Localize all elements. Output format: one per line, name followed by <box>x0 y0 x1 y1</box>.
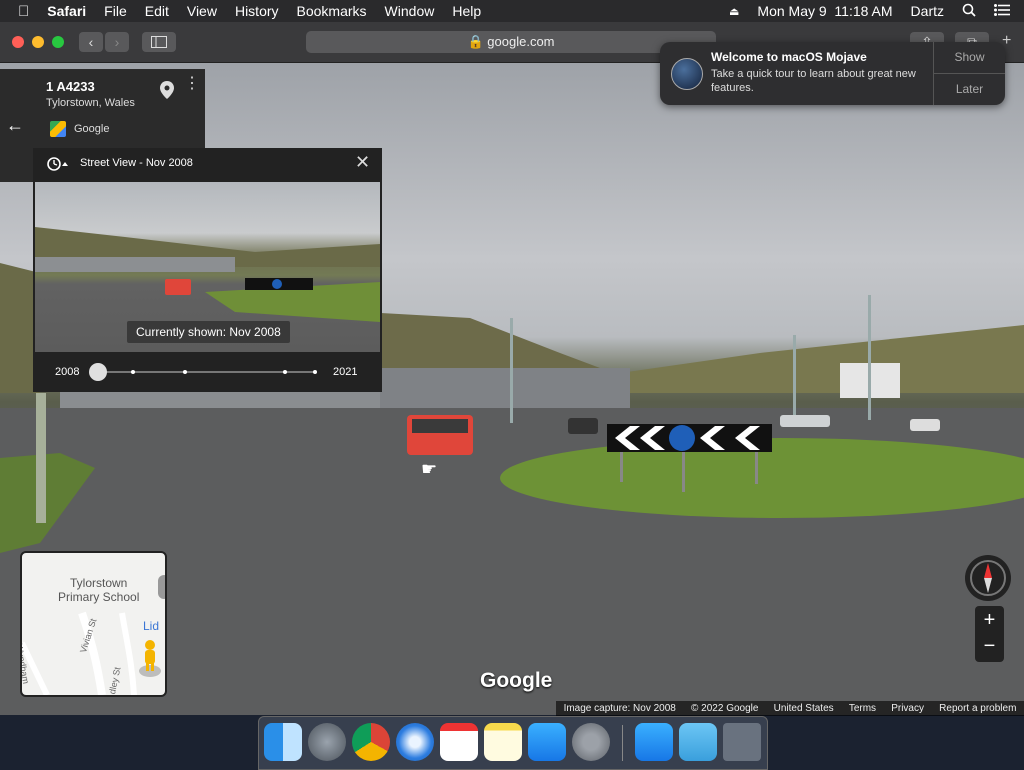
mojave-app-icon <box>671 58 703 90</box>
timeline-tick[interactable] <box>283 370 287 374</box>
chrome-icon[interactable] <box>352 723 390 761</box>
notification-later-button[interactable]: Later <box>934 82 1005 96</box>
trash-icon[interactable] <box>723 723 761 761</box>
app-store-icon[interactable] <box>528 723 566 761</box>
dock-separator <box>622 725 623 761</box>
zoom-out-button[interactable]: − <box>975 634 1004 662</box>
spotlight-icon[interactable] <box>953 3 985 20</box>
close-panel-icon[interactable]: ✕ <box>355 152 370 173</box>
street-view-panel-title: Street View - Nov 2008 <box>80 157 193 169</box>
address-bar[interactable]: 🔒 google.com <box>306 31 716 53</box>
zoom-window-button[interactable] <box>52 36 64 48</box>
menu-app-name[interactable]: Safari <box>38 3 95 19</box>
report-problem-link[interactable]: Report a problem <box>939 703 1016 714</box>
menu-bookmarks[interactable]: Bookmarks <box>288 3 376 19</box>
apple-menu-icon[interactable]:  <box>0 3 38 20</box>
map-footer: Image capture: Nov 2008 © 2022 Google Un… <box>556 701 1024 716</box>
timeline-tick[interactable] <box>313 370 317 374</box>
notification-center-icon[interactable] <box>985 3 1024 19</box>
timeline-tick[interactable] <box>131 370 135 374</box>
timeline-slider-thumb[interactable] <box>89 363 107 381</box>
country-link[interactable]: United States <box>774 703 834 714</box>
cursor-hand-icon: ☛ <box>421 459 438 479</box>
close-window-button[interactable] <box>12 36 24 48</box>
menu-view[interactable]: View <box>178 3 226 19</box>
system-preferences-icon[interactable] <box>572 723 610 761</box>
user-name[interactable]: Dartz <box>902 3 953 19</box>
google-watermark: Google <box>480 669 553 692</box>
app-store-download-icon[interactable] <box>635 723 673 761</box>
image-capture-date: Image capture: Nov 2008 <box>563 703 676 714</box>
street-view-timeline-panel: Street View - Nov 2008 ✕ Currently shown… <box>33 148 382 392</box>
menu-window[interactable]: Window <box>376 3 444 19</box>
more-options-icon[interactable]: ⋮ <box>184 76 200 92</box>
street-view-preview-image[interactable]: Currently shown: Nov 2008 <box>35 182 380 352</box>
menu-file[interactable]: File <box>95 3 136 19</box>
compass-button[interactable] <box>965 555 1011 601</box>
google-maps-icon <box>50 121 66 137</box>
place-road: 1 A4233 <box>46 79 95 94</box>
mojave-notification[interactable]: Welcome to macOS Mojave Take a quick tou… <box>660 42 1005 105</box>
menu-edit[interactable]: Edit <box>136 3 178 19</box>
pegman-icon[interactable] <box>138 639 162 682</box>
currently-shown-tooltip: Currently shown: Nov 2008 <box>127 321 290 343</box>
calendar-icon[interactable] <box>440 723 478 761</box>
privacy-link[interactable]: Privacy <box>891 703 924 714</box>
address-text: google.com <box>487 34 555 49</box>
menu-help[interactable]: Help <box>443 3 490 19</box>
terms-link[interactable]: Terms <box>849 703 876 714</box>
place-source: Google <box>74 123 110 135</box>
forward-button[interactable]: › <box>105 32 129 52</box>
lock-icon: 🔒 <box>467 34 484 49</box>
dock <box>258 716 768 770</box>
history-icon[interactable] <box>46 156 68 177</box>
notification-button-divider <box>934 73 1005 74</box>
eject-icon[interactable]: ⏏ <box>720 5 748 18</box>
launchpad-icon[interactable] <box>308 723 346 761</box>
menu-bar:  Safari File Edit View History Bookmark… <box>0 0 1024 22</box>
timeline-track[interactable] <box>89 363 317 381</box>
map-pin-icon[interactable] <box>160 81 174 104</box>
downloads-folder-icon[interactable] <box>679 723 717 761</box>
mini-map-school-label: Tylorstown Primary School <box>58 576 140 604</box>
timeline-start-year: 2008 <box>55 366 80 378</box>
zoom-in-button[interactable]: + <box>975 606 1004 634</box>
place-location: Tylorstown, Wales <box>46 97 135 109</box>
copyright: © 2022 Google <box>691 703 759 714</box>
timeline-end-year: 2021 <box>333 366 358 378</box>
mini-map[interactable]: Tylorstown Primary School Lid Vivian St … <box>20 551 167 697</box>
clock[interactable]: Mon May 9 11:18 AM <box>748 3 901 19</box>
notes-icon[interactable] <box>484 723 522 761</box>
notification-title: Welcome to macOS Mojave <box>711 50 867 64</box>
notification-body: Take a quick tour to learn about great n… <box>711 68 916 94</box>
timeline-tick[interactable] <box>183 370 187 374</box>
finder-icon[interactable] <box>264 723 302 761</box>
notification-show-button[interactable]: Show <box>934 50 1005 64</box>
zoom-control: + − <box>975 606 1004 662</box>
menu-history[interactable]: History <box>226 3 288 19</box>
sidebar-toggle-button[interactable] <box>142 32 176 52</box>
minimize-window-button[interactable] <box>32 36 44 48</box>
safari-icon[interactable] <box>396 723 434 761</box>
back-arrow-icon[interactable]: ← <box>6 115 24 136</box>
mini-map-lidl-label: Lid <box>143 619 160 633</box>
back-button[interactable]: ‹ <box>79 32 103 52</box>
